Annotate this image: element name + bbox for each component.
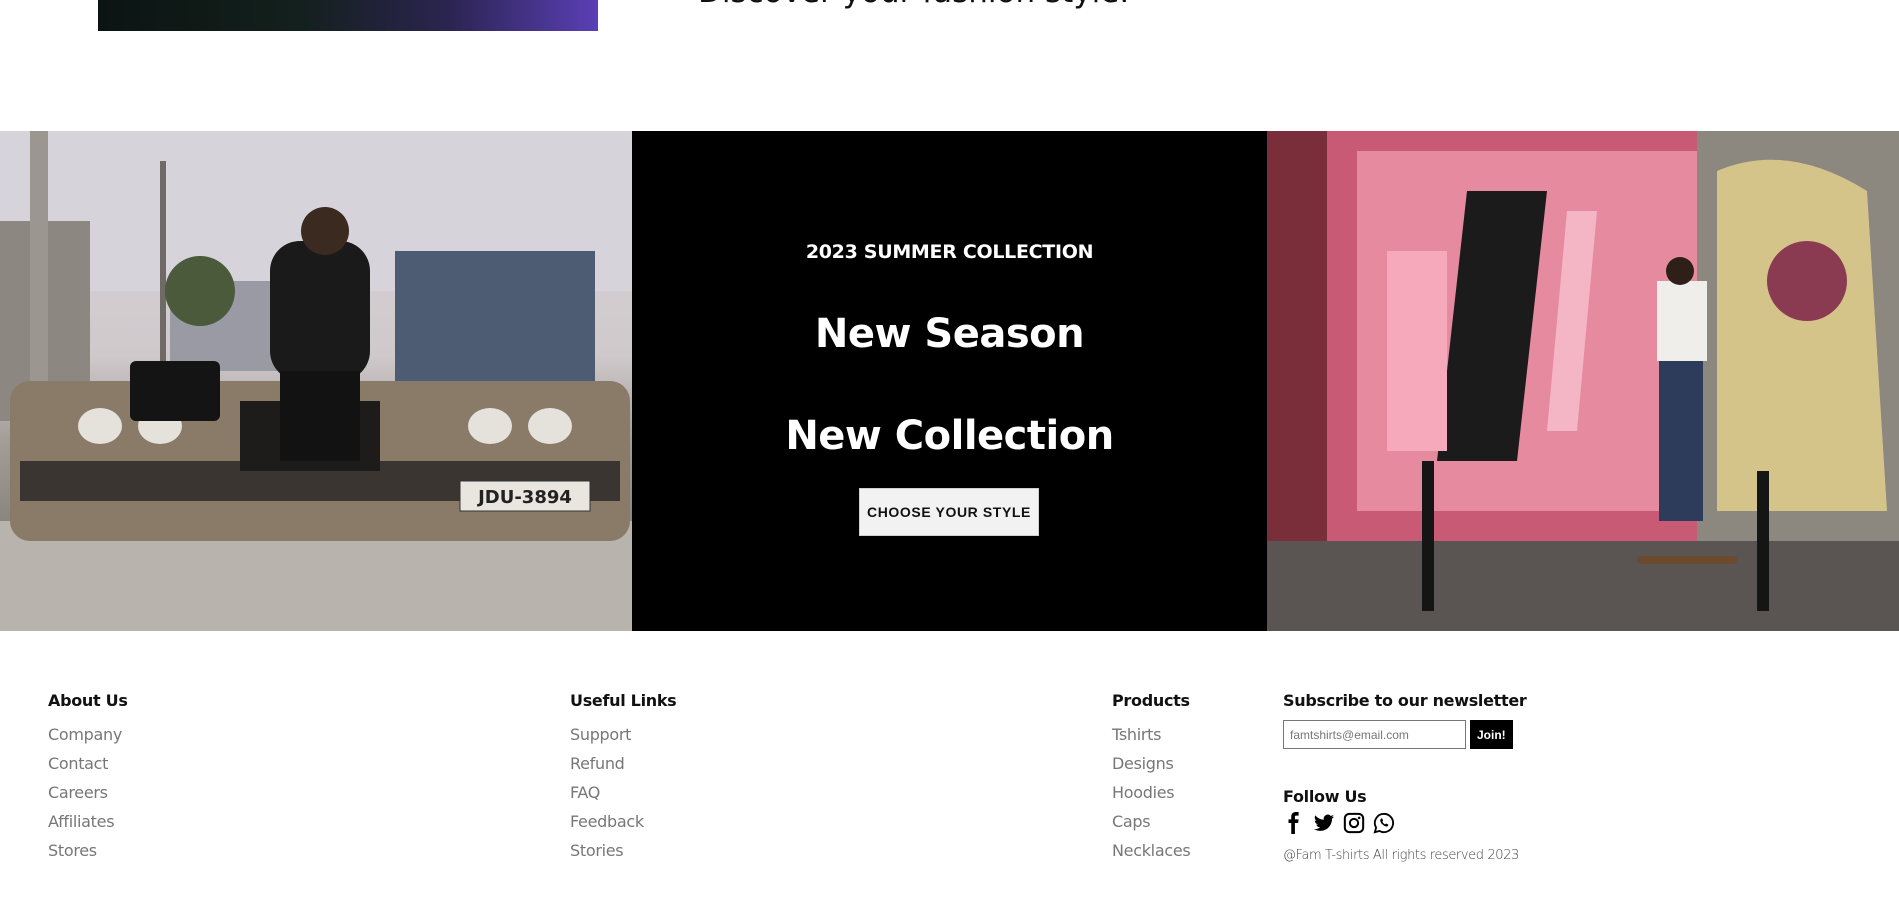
copyright-text: @Fam T-shirts All rights reserved 2023 bbox=[1283, 848, 1519, 863]
discover-heading: Discover your fashion style. bbox=[698, 0, 1129, 10]
newsletter-form: Join! bbox=[1283, 720, 1527, 749]
instagram-icon[interactable] bbox=[1343, 812, 1365, 834]
footer-products-column: Products Tshirts Designs Hoodies Caps Ne… bbox=[1112, 691, 1191, 865]
link-contact[interactable]: Contact bbox=[48, 754, 108, 773]
list-item: Designs bbox=[1112, 749, 1190, 778]
list-item: Stores bbox=[48, 836, 128, 865]
list-item: Refund bbox=[570, 749, 676, 778]
social-links bbox=[1283, 812, 1527, 834]
headline-new-season: New Season bbox=[814, 311, 1085, 357]
photo-man-on-car: JDU-3894 bbox=[0, 131, 632, 631]
link-stories[interactable]: Stories bbox=[570, 841, 624, 860]
collection-banner: JDU-3894 2023 SUMMER COLLECTION New Seas… bbox=[0, 131, 1899, 631]
footer-about-column: About Us Company Contact Careers Affilia… bbox=[48, 691, 128, 865]
link-tshirts[interactable]: Tshirts bbox=[1112, 725, 1161, 744]
facebook-icon[interactable] bbox=[1283, 812, 1305, 834]
link-necklaces[interactable]: Necklaces bbox=[1112, 841, 1191, 860]
newsletter-title: Subscribe to our newsletter bbox=[1283, 691, 1527, 710]
list-item: FAQ bbox=[570, 778, 676, 807]
list-item: Caps bbox=[1112, 807, 1190, 836]
twitter-icon[interactable] bbox=[1313, 812, 1335, 834]
whatsapp-icon[interactable] bbox=[1373, 812, 1395, 834]
list-item: Stories bbox=[570, 836, 676, 865]
photo-graffiti-illustration bbox=[1267, 131, 1899, 631]
list-item: Necklaces bbox=[1112, 836, 1191, 865]
list-item: Hoodies bbox=[1112, 778, 1190, 807]
hero-image-partial bbox=[98, 0, 598, 31]
follow-us-title: Follow Us bbox=[1283, 787, 1367, 806]
list-item: Tshirts bbox=[1112, 720, 1190, 749]
photo-graffiti-skater bbox=[1267, 131, 1899, 631]
list-item: Contact bbox=[48, 749, 128, 778]
site-footer: About Us Company Contact Careers Affilia… bbox=[0, 631, 1899, 922]
link-designs[interactable]: Designs bbox=[1112, 754, 1174, 773]
collection-eyebrow: 2023 SUMMER COLLECTION bbox=[805, 241, 1094, 263]
footer-newsletter-column: Subscribe to our newsletter Join! Follow… bbox=[1283, 691, 1527, 863]
link-caps[interactable]: Caps bbox=[1112, 812, 1151, 831]
join-button[interactable]: Join! bbox=[1470, 720, 1513, 749]
photo-man-on-car-illustration: JDU-3894 bbox=[0, 131, 632, 631]
collection-panel: 2023 SUMMER COLLECTION New Season New Co… bbox=[632, 131, 1267, 631]
useful-title: Useful Links bbox=[570, 691, 677, 710]
link-hoodies[interactable]: Hoodies bbox=[1112, 783, 1175, 802]
list-item: Affiliates bbox=[48, 807, 128, 836]
link-faq[interactable]: FAQ bbox=[570, 783, 600, 802]
footer-useful-column: Useful Links Support Refund FAQ Feedback… bbox=[570, 691, 677, 865]
link-feedback[interactable]: Feedback bbox=[570, 812, 644, 831]
link-stores[interactable]: Stores bbox=[48, 841, 97, 860]
newsletter-email-input[interactable] bbox=[1283, 720, 1466, 749]
choose-style-button[interactable]: CHOOSE YOUR STYLE bbox=[859, 488, 1039, 536]
link-affiliates[interactable]: Affiliates bbox=[48, 812, 115, 831]
headline-new-collection: New Collection bbox=[785, 413, 1114, 459]
about-title: About Us bbox=[48, 691, 128, 710]
link-careers[interactable]: Careers bbox=[48, 783, 108, 802]
list-item: Company bbox=[48, 720, 128, 749]
link-support[interactable]: Support bbox=[570, 725, 631, 744]
products-title: Products bbox=[1112, 691, 1190, 710]
link-refund[interactable]: Refund bbox=[570, 754, 625, 773]
list-item: Support bbox=[570, 720, 676, 749]
license-plate-text: JDU-3894 bbox=[476, 487, 572, 508]
list-item: Feedback bbox=[570, 807, 676, 836]
list-item: Careers bbox=[48, 778, 128, 807]
link-company[interactable]: Company bbox=[48, 725, 122, 744]
